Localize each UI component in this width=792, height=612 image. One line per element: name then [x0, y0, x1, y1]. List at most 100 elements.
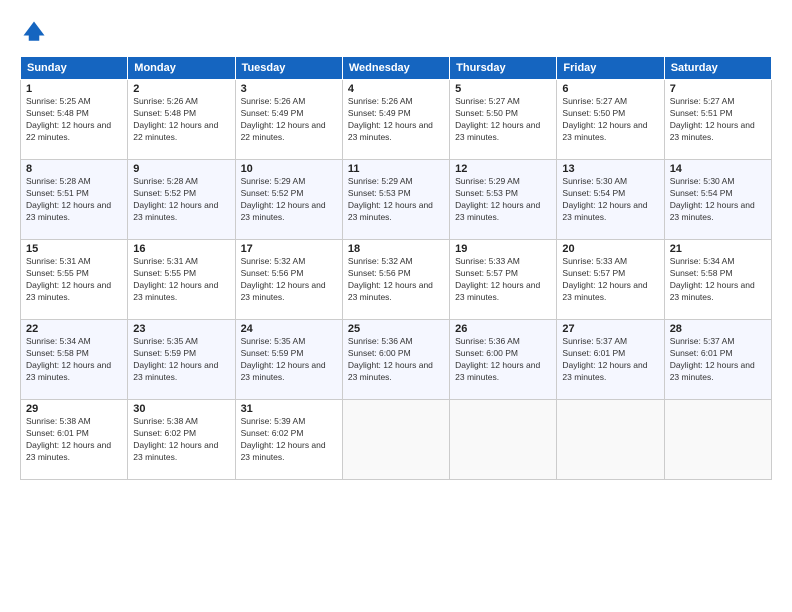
day-number: 20 — [562, 243, 658, 255]
calendar-cell: 31 Sunrise: 5:39 AMSunset: 6:02 PMDaylig… — [235, 400, 342, 480]
calendar-cell: 10 Sunrise: 5:29 AMSunset: 5:52 PMDaylig… — [235, 160, 342, 240]
day-number: 3 — [241, 83, 337, 95]
calendar-cell: 8 Sunrise: 5:28 AMSunset: 5:51 PMDayligh… — [21, 160, 128, 240]
day-number: 13 — [562, 163, 658, 175]
calendar-cell: 18 Sunrise: 5:32 AMSunset: 5:56 PMDaylig… — [342, 240, 449, 320]
calendar-cell: 29 Sunrise: 5:38 AMSunset: 6:01 PMDaylig… — [21, 400, 128, 480]
weekday-header-saturday: Saturday — [664, 57, 771, 80]
day-detail: Sunrise: 5:26 AMSunset: 5:49 PMDaylight:… — [241, 96, 326, 142]
calendar-cell: 22 Sunrise: 5:34 AMSunset: 5:58 PMDaylig… — [21, 320, 128, 400]
calendar-cell: 2 Sunrise: 5:26 AMSunset: 5:48 PMDayligh… — [128, 80, 235, 160]
day-number: 21 — [670, 243, 766, 255]
day-number: 27 — [562, 323, 658, 335]
day-number: 17 — [241, 243, 337, 255]
weekday-header-wednesday: Wednesday — [342, 57, 449, 80]
day-number: 18 — [348, 243, 444, 255]
calendar-week-row: 29 Sunrise: 5:38 AMSunset: 6:01 PMDaylig… — [21, 400, 772, 480]
calendar-cell: 25 Sunrise: 5:36 AMSunset: 6:00 PMDaylig… — [342, 320, 449, 400]
weekday-header-row: SundayMondayTuesdayWednesdayThursdayFrid… — [21, 57, 772, 80]
calendar-cell: 20 Sunrise: 5:33 AMSunset: 5:57 PMDaylig… — [557, 240, 664, 320]
calendar-cell: 13 Sunrise: 5:30 AMSunset: 5:54 PMDaylig… — [557, 160, 664, 240]
day-number: 5 — [455, 83, 551, 95]
day-number: 19 — [455, 243, 551, 255]
calendar-cell: 3 Sunrise: 5:26 AMSunset: 5:49 PMDayligh… — [235, 80, 342, 160]
day-detail: Sunrise: 5:30 AMSunset: 5:54 PMDaylight:… — [562, 176, 647, 222]
day-detail: Sunrise: 5:38 AMSunset: 6:01 PMDaylight:… — [26, 416, 111, 462]
calendar-cell: 12 Sunrise: 5:29 AMSunset: 5:53 PMDaylig… — [450, 160, 557, 240]
calendar-cell — [664, 400, 771, 480]
day-number: 25 — [348, 323, 444, 335]
day-detail: Sunrise: 5:37 AMSunset: 6:01 PMDaylight:… — [670, 336, 755, 382]
day-detail: Sunrise: 5:31 AMSunset: 5:55 PMDaylight:… — [133, 256, 218, 302]
day-number: 8 — [26, 163, 122, 175]
calendar-cell: 16 Sunrise: 5:31 AMSunset: 5:55 PMDaylig… — [128, 240, 235, 320]
calendar-cell: 4 Sunrise: 5:26 AMSunset: 5:49 PMDayligh… — [342, 80, 449, 160]
calendar-cell: 5 Sunrise: 5:27 AMSunset: 5:50 PMDayligh… — [450, 80, 557, 160]
day-number: 4 — [348, 83, 444, 95]
day-detail: Sunrise: 5:34 AMSunset: 5:58 PMDaylight:… — [670, 256, 755, 302]
day-number: 28 — [670, 323, 766, 335]
day-detail: Sunrise: 5:30 AMSunset: 5:54 PMDaylight:… — [670, 176, 755, 222]
day-detail: Sunrise: 5:32 AMSunset: 5:56 PMDaylight:… — [348, 256, 433, 302]
day-number: 26 — [455, 323, 551, 335]
calendar-cell: 17 Sunrise: 5:32 AMSunset: 5:56 PMDaylig… — [235, 240, 342, 320]
day-number: 7 — [670, 83, 766, 95]
calendar-cell — [450, 400, 557, 480]
day-number: 1 — [26, 83, 122, 95]
weekday-header-sunday: Sunday — [21, 57, 128, 80]
day-number: 11 — [348, 163, 444, 175]
weekday-header-monday: Monday — [128, 57, 235, 80]
day-detail: Sunrise: 5:36 AMSunset: 6:00 PMDaylight:… — [348, 336, 433, 382]
calendar-cell: 30 Sunrise: 5:38 AMSunset: 6:02 PMDaylig… — [128, 400, 235, 480]
day-number: 14 — [670, 163, 766, 175]
day-detail: Sunrise: 5:31 AMSunset: 5:55 PMDaylight:… — [26, 256, 111, 302]
day-number: 24 — [241, 323, 337, 335]
day-number: 10 — [241, 163, 337, 175]
day-detail: Sunrise: 5:33 AMSunset: 5:57 PMDaylight:… — [562, 256, 647, 302]
day-detail: Sunrise: 5:26 AMSunset: 5:48 PMDaylight:… — [133, 96, 218, 142]
day-number: 22 — [26, 323, 122, 335]
day-detail: Sunrise: 5:37 AMSunset: 6:01 PMDaylight:… — [562, 336, 647, 382]
day-number: 23 — [133, 323, 229, 335]
calendar-cell: 11 Sunrise: 5:29 AMSunset: 5:53 PMDaylig… — [342, 160, 449, 240]
calendar-cell — [557, 400, 664, 480]
weekday-header-friday: Friday — [557, 57, 664, 80]
day-detail: Sunrise: 5:33 AMSunset: 5:57 PMDaylight:… — [455, 256, 540, 302]
calendar-cell: 7 Sunrise: 5:27 AMSunset: 5:51 PMDayligh… — [664, 80, 771, 160]
calendar-cell — [342, 400, 449, 480]
calendar-cell: 27 Sunrise: 5:37 AMSunset: 6:01 PMDaylig… — [557, 320, 664, 400]
calendar-cell: 1 Sunrise: 5:25 AMSunset: 5:48 PMDayligh… — [21, 80, 128, 160]
page-header — [20, 18, 772, 46]
calendar-cell: 21 Sunrise: 5:34 AMSunset: 5:58 PMDaylig… — [664, 240, 771, 320]
day-number: 31 — [241, 403, 337, 415]
calendar-week-row: 22 Sunrise: 5:34 AMSunset: 5:58 PMDaylig… — [21, 320, 772, 400]
calendar-week-row: 8 Sunrise: 5:28 AMSunset: 5:51 PMDayligh… — [21, 160, 772, 240]
calendar-table: SundayMondayTuesdayWednesdayThursdayFrid… — [20, 56, 772, 480]
calendar-page: SundayMondayTuesdayWednesdayThursdayFrid… — [0, 0, 792, 612]
day-detail: Sunrise: 5:36 AMSunset: 6:00 PMDaylight:… — [455, 336, 540, 382]
day-detail: Sunrise: 5:34 AMSunset: 5:58 PMDaylight:… — [26, 336, 111, 382]
calendar-week-row: 15 Sunrise: 5:31 AMSunset: 5:55 PMDaylig… — [21, 240, 772, 320]
day-number: 30 — [133, 403, 229, 415]
day-number: 6 — [562, 83, 658, 95]
day-detail: Sunrise: 5:35 AMSunset: 5:59 PMDaylight:… — [241, 336, 326, 382]
calendar-week-row: 1 Sunrise: 5:25 AMSunset: 5:48 PMDayligh… — [21, 80, 772, 160]
calendar-cell: 28 Sunrise: 5:37 AMSunset: 6:01 PMDaylig… — [664, 320, 771, 400]
calendar-cell: 24 Sunrise: 5:35 AMSunset: 5:59 PMDaylig… — [235, 320, 342, 400]
day-detail: Sunrise: 5:35 AMSunset: 5:59 PMDaylight:… — [133, 336, 218, 382]
day-number: 15 — [26, 243, 122, 255]
day-number: 16 — [133, 243, 229, 255]
weekday-header-thursday: Thursday — [450, 57, 557, 80]
day-detail: Sunrise: 5:25 AMSunset: 5:48 PMDaylight:… — [26, 96, 111, 142]
day-detail: Sunrise: 5:32 AMSunset: 5:56 PMDaylight:… — [241, 256, 326, 302]
calendar-cell: 23 Sunrise: 5:35 AMSunset: 5:59 PMDaylig… — [128, 320, 235, 400]
day-number: 9 — [133, 163, 229, 175]
day-detail: Sunrise: 5:28 AMSunset: 5:51 PMDaylight:… — [26, 176, 111, 222]
day-detail: Sunrise: 5:38 AMSunset: 6:02 PMDaylight:… — [133, 416, 218, 462]
day-detail: Sunrise: 5:27 AMSunset: 5:51 PMDaylight:… — [670, 96, 755, 142]
day-detail: Sunrise: 5:29 AMSunset: 5:53 PMDaylight:… — [348, 176, 433, 222]
calendar-cell: 14 Sunrise: 5:30 AMSunset: 5:54 PMDaylig… — [664, 160, 771, 240]
weekday-header-tuesday: Tuesday — [235, 57, 342, 80]
day-number: 12 — [455, 163, 551, 175]
day-detail: Sunrise: 5:27 AMSunset: 5:50 PMDaylight:… — [562, 96, 647, 142]
